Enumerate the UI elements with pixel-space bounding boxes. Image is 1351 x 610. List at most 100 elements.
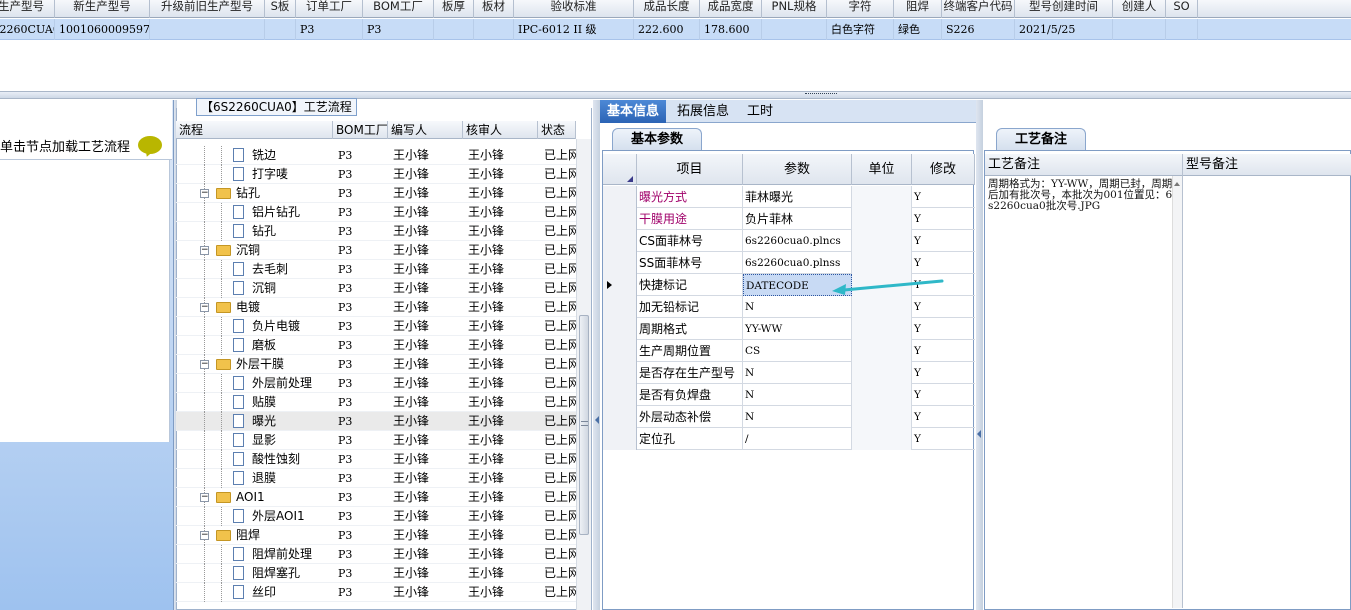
top-grid-col-7[interactable]: 板材	[474, 0, 514, 18]
param-row[interactable]: 是否存在生产型号 N Y	[603, 362, 975, 384]
middle-vertical-splitter[interactable]	[593, 100, 600, 610]
top-grid-cell-13[interactable]: 绿色	[894, 19, 942, 40]
param-unit[interactable]	[852, 406, 912, 428]
process-tree-row[interactable]: 沉铜 P3 王小锋 王小锋 已上网	[176, 279, 576, 298]
param-value[interactable]: N	[743, 362, 852, 384]
process-tree-row[interactable]: 酸性蚀刻 P3 王小锋 王小锋 已上网	[176, 450, 576, 469]
param-unit[interactable]	[852, 230, 912, 252]
process-tree-row[interactable]: 丝印 P3 王小锋 王小锋 已上网	[176, 583, 576, 602]
top-grid-col-17[interactable]: SO	[1166, 0, 1198, 18]
param-modify[interactable]: Y	[912, 362, 975, 384]
param-unit[interactable]	[852, 252, 912, 274]
param-value[interactable]: /	[743, 428, 852, 450]
param-unit[interactable]	[852, 208, 912, 230]
param-modify[interactable]: Y	[912, 340, 975, 362]
process-tree-row[interactable]: 曝光 P3 王小锋 王小锋 已上网	[176, 412, 576, 431]
process-tree-row[interactable]: 去毛刺 P3 王小锋 王小锋 已上网	[176, 260, 576, 279]
param-modify[interactable]: Y	[912, 406, 975, 428]
tab-work-hours[interactable]: 工时	[740, 100, 780, 123]
param-modify[interactable]: Y	[912, 208, 975, 230]
param-row[interactable]: 加无铅标记 N Y	[603, 296, 975, 318]
process-tree-row[interactable]: 显影 P3 王小锋 王小锋 已上网	[176, 431, 576, 450]
top-grid-cell-16[interactable]	[1113, 19, 1166, 40]
param-value[interactable]: CS	[743, 340, 852, 362]
tab-basic-info[interactable]: 基本信息	[600, 100, 667, 123]
param-value[interactable]: 菲林曝光	[743, 186, 852, 208]
top-grid-cell-15[interactable]: 2021/5/25	[1015, 19, 1113, 40]
tab-extended-info[interactable]: 拓展信息	[670, 100, 736, 123]
top-grid-col-14[interactable]: 终端客户代码	[942, 0, 1015, 18]
top-grid-cell-17[interactable]	[1166, 19, 1198, 40]
param-modify[interactable]: Y	[912, 252, 975, 274]
param-unit[interactable]	[852, 296, 912, 318]
top-grid-cell-4[interactable]: P3	[296, 19, 363, 40]
top-grid-cell-1[interactable]: 10010600095979	[55, 19, 150, 40]
top-grid-col-16[interactable]: 创建人	[1113, 0, 1166, 18]
right-vertical-splitter[interactable]	[976, 100, 983, 610]
collapse-icon[interactable]: −	[200, 246, 209, 255]
collapse-icon[interactable]: −	[200, 531, 209, 540]
top-grid-col-2[interactable]: 升级前旧生产型号	[150, 0, 265, 18]
param-modify[interactable]: Y	[912, 428, 975, 450]
process-remark-text[interactable]: 周期格式为：YY-WW，周期已封，周期后加有批次号，本批次为001位置见：6s2…	[988, 179, 1176, 212]
process-tree-row[interactable]: − 外层干膜 P3 王小锋 王小锋 已上网	[176, 355, 576, 374]
param-row[interactable]: 是否有负焊盘 N Y	[603, 384, 975, 406]
top-grid-cell-6[interactable]	[434, 19, 474, 40]
top-grid-cell-10[interactable]: 178.600	[700, 19, 762, 40]
top-grid-cell-9[interactable]: 222.600	[634, 19, 700, 40]
process-tree-row[interactable]: 磨板 P3 王小锋 王小锋 已上网	[176, 336, 576, 355]
top-grid-cell-5[interactable]: P3	[363, 19, 434, 40]
param-value[interactable]: N	[743, 384, 852, 406]
top-grid-col-8[interactable]: 验收标准	[514, 0, 634, 18]
param-modify[interactable]: Y	[912, 384, 975, 406]
top-grid-col-13[interactable]: 阻焊	[894, 0, 942, 18]
collapse-arrow-icon[interactable]	[977, 430, 981, 438]
top-grid-cell-8[interactable]: IPC-6012 II 级	[514, 19, 634, 40]
process-tree-row[interactable]: 外层前处理 P3 王小锋 王小锋 已上网	[176, 374, 576, 393]
process-tree-row[interactable]: − 沉铜 P3 王小锋 王小锋 已上网	[176, 241, 576, 260]
top-grid-col-9[interactable]: 成品长度	[634, 0, 700, 18]
param-row[interactable]: 曝光方式 菲林曝光 Y	[603, 186, 975, 208]
tab-process-remarks[interactable]: 工艺备注	[996, 128, 1086, 150]
process-tree-row[interactable]: 钻孔 P3 王小锋 王小锋 已上网	[176, 222, 576, 241]
process-tree-row[interactable]: − 钻孔 P3 王小锋 王小锋 已上网	[176, 184, 576, 203]
process-tree-row[interactable]: 退膜 P3 王小锋 王小锋 已上网	[176, 469, 576, 488]
param-value[interactable]: 6s2260cua0.plncs	[743, 230, 852, 252]
top-grid-cell-0[interactable]: S2260CUA0	[0, 19, 55, 40]
process-tree-row[interactable]: 阻焊塞孔 P3 王小锋 王小锋 已上网	[176, 564, 576, 583]
param-unit[interactable]	[852, 362, 912, 384]
param-unit[interactable]	[852, 186, 912, 208]
top-grid-cell-2[interactable]	[150, 19, 265, 40]
top-grid-cell-3[interactable]	[265, 19, 296, 40]
param-value[interactable]: N	[743, 296, 852, 318]
collapse-arrow-icon[interactable]	[595, 416, 599, 424]
collapse-icon[interactable]: −	[200, 493, 209, 502]
process-tree-row[interactable]: 阻焊前处理 P3 王小锋 王小锋 已上网	[176, 545, 576, 564]
top-grid-cell-12[interactable]: 白色字符	[827, 19, 894, 40]
top-grid-cell-11[interactable]	[762, 19, 827, 40]
param-modify[interactable]: Y	[912, 186, 975, 208]
top-grid-col-15[interactable]: 型号创建时间	[1015, 0, 1113, 18]
model-grid-selected-row[interactable]: S2260CUA010010600095979 P3P3 IPC-6012 II 级…	[0, 19, 1351, 40]
process-tree-row[interactable]: 外层AOI1 P3 王小锋 王小锋 已上网	[176, 507, 576, 526]
collapse-icon[interactable]: −	[200, 189, 209, 198]
param-value[interactable]: 6s2260cua0.plnss	[743, 252, 852, 274]
param-modify[interactable]: Y	[912, 230, 975, 252]
param-row[interactable]: 周期格式 YY-WW Y	[603, 318, 975, 340]
param-unit[interactable]	[852, 340, 912, 362]
top-grid-col-3[interactable]: S板	[265, 0, 296, 18]
top-grid-col-12[interactable]: 字符	[827, 0, 894, 18]
param-value[interactable]: YY-WW	[743, 318, 852, 340]
param-unit[interactable]	[852, 384, 912, 406]
param-row[interactable]: 外层动态补偿 N Y	[603, 406, 975, 428]
left-panel-tree-area[interactable]	[0, 160, 170, 442]
param-unit[interactable]	[852, 318, 912, 340]
top-grid-cell-14[interactable]: S226	[942, 19, 1015, 40]
param-row[interactable]: CS面菲林号 6s2260cua0.plncs Y	[603, 230, 975, 252]
top-grid-col-1[interactable]: 新生产型号	[55, 0, 150, 18]
process-tree-row[interactable]: − 电镀 P3 王小锋 王小锋 已上网	[176, 298, 576, 317]
param-row[interactable]: 干膜用途 负片菲林 Y	[603, 208, 975, 230]
collapse-icon[interactable]: −	[200, 360, 209, 369]
param-unit[interactable]	[852, 428, 912, 450]
process-tree-row[interactable]: 铝片钻孔 P3 王小锋 王小锋 已上网	[176, 203, 576, 222]
